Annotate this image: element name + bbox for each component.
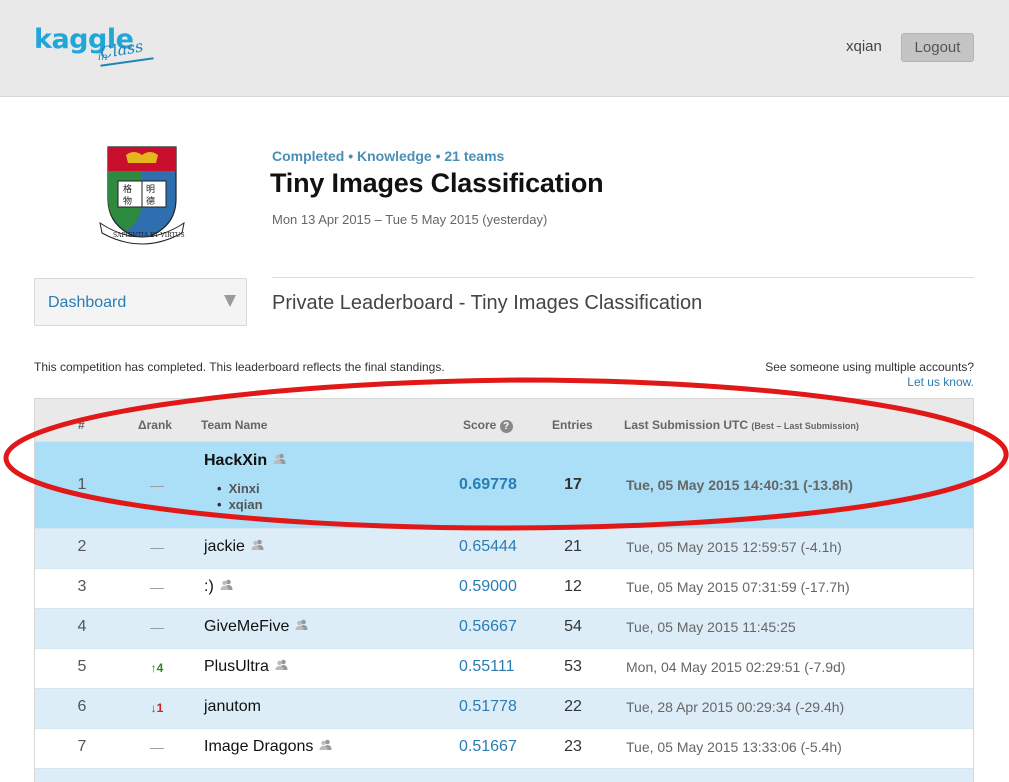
- team-member-link[interactable]: xqian: [217, 497, 263, 513]
- leaderboard-table: # Δrank Team Name Score ? Entries Last S…: [34, 398, 974, 782]
- entries-value: 17: [564, 476, 582, 493]
- team-name-link[interactable]: HackXin: [204, 452, 286, 470]
- team-members-icon: [251, 539, 264, 550]
- team-member-list: Xinxi xqian: [217, 481, 263, 513]
- dashboard-dropdown[interactable]: Dashboard: [34, 278, 247, 326]
- table-header: # Δrank Team Name Score ? Entries Last S…: [35, 398, 973, 441]
- team-name: PlusUltra: [204, 658, 269, 675]
- competition-title: Tiny Images Classification: [270, 168, 604, 198]
- column-last-submission-label: Last Submission UTC: [624, 418, 749, 432]
- rank-value: 2: [77, 538, 87, 555]
- rank-value: 6: [77, 698, 87, 715]
- team-name: HackXin: [204, 452, 268, 469]
- column-score: Score ?: [463, 418, 513, 433]
- delta-rank-value: —: [150, 477, 164, 493]
- rank-value: 7: [77, 738, 87, 755]
- completion-notice: This competition has completed. This lea…: [34, 360, 445, 374]
- column-last-submission-note: (Best – Last Submission): [751, 421, 859, 431]
- entries-value: 12: [564, 578, 582, 595]
- team-name: janutom: [204, 698, 261, 715]
- table-row[interactable]: 4 — GiveMeFive 0.56667 54 Tue, 05 May 20…: [35, 608, 973, 648]
- delta-rank-up-value: ↑4: [150, 661, 164, 675]
- crest-char-2: 德: [146, 195, 155, 207]
- team-name: jackie: [204, 538, 245, 555]
- column-delta-rank: Δrank: [138, 418, 172, 432]
- table-row[interactable]: 2 — jackie 0.65444 21 Tue, 05 May 2015 1…: [35, 528, 973, 568]
- rank-value: 4: [77, 618, 87, 635]
- team-name-link[interactable]: jackie: [204, 538, 264, 556]
- last-submission-value: Mon, 04 May 2015 02:29:51 (-7.9d): [626, 659, 846, 675]
- team-name: :): [204, 578, 214, 595]
- last-submission-value: Tue, 05 May 2015 13:33:06 (-5.4h): [626, 739, 842, 755]
- last-submission-value: Tue, 05 May 2015 12:59:57 (-4.1h): [626, 539, 842, 555]
- column-entries: Entries: [552, 418, 593, 432]
- team-name: Image Dragons: [204, 738, 314, 755]
- team-members-icon: [275, 659, 288, 670]
- team-member-link[interactable]: Xinxi: [217, 481, 263, 497]
- table-row[interactable]: 3 — :) 0.59000 12 Tue, 05 May 2015 07:31…: [35, 568, 973, 608]
- last-submission-value: Tue, 28 Apr 2015 00:29:34 (-29.4h): [626, 699, 845, 715]
- team-name-link[interactable]: PlusUltra: [204, 658, 288, 676]
- team-name-link[interactable]: janutom: [204, 698, 261, 716]
- last-submission-value: Tue, 05 May 2015 14:40:31 (-13.8h): [626, 477, 853, 493]
- competition-status-line: Completed • Knowledge • 21 teams: [272, 148, 505, 164]
- team-members-icon: [295, 619, 308, 630]
- university-crest-image: 明 德 格 物 SAPIENTIA ET VIRTUS: [99, 146, 185, 245]
- delta-rank-down-value: ↓1: [150, 701, 164, 715]
- delta-rank-value: —: [150, 539, 164, 555]
- team-name-link[interactable]: GiveMeFive: [204, 618, 308, 636]
- rank-value: 5: [77, 658, 87, 675]
- table-row[interactable]: 6 ↓1 janutom 0.51778 22 Tue, 28 Apr 2015…: [35, 688, 973, 728]
- last-submission-value: Tue, 05 May 2015 07:31:59 (-17.7h): [626, 579, 850, 595]
- column-team-name: Team Name: [201, 418, 268, 432]
- crest-char-3: 格: [123, 183, 132, 195]
- score-value: 0.69778: [459, 476, 517, 493]
- team-members-icon: [273, 453, 286, 464]
- column-rank: #: [78, 418, 85, 432]
- last-submission-value: Tue, 05 May 2015 11:45:25: [626, 619, 796, 635]
- entries-value: 22: [564, 698, 582, 715]
- entries-value: 23: [564, 738, 582, 755]
- username-link[interactable]: xqian: [846, 38, 882, 55]
- column-last-submission: Last Submission UTC (Best – Last Submiss…: [624, 418, 859, 432]
- score-value: 0.51667: [459, 738, 517, 755]
- score-value: 0.65444: [459, 538, 517, 555]
- table-row[interactable]: 1 — HackXin Xinxi xqian 0.69778 17 Tue, …: [35, 441, 973, 528]
- column-score-label: Score: [463, 418, 497, 432]
- team-name-link[interactable]: :): [204, 578, 233, 596]
- rank-value: 3: [77, 578, 87, 595]
- team-members-icon: [220, 579, 233, 590]
- team-name-link[interactable]: Image Dragons: [204, 738, 332, 756]
- score-value: 0.59000: [459, 578, 517, 595]
- crest-motto: SAPIENTIA ET VIRTUS: [113, 232, 185, 239]
- multiple-accounts-text: See someone using multiple accounts?: [765, 360, 974, 374]
- entries-value: 21: [564, 538, 582, 555]
- help-icon[interactable]: ?: [499, 420, 513, 433]
- divider: [272, 277, 974, 278]
- crest-char-4: 物: [123, 195, 132, 207]
- delta-rank-value: —: [150, 619, 164, 635]
- team-members-icon: [319, 739, 332, 750]
- kaggle-inclass-logo[interactable]: kaggle in Class: [34, 24, 164, 68]
- entries-value: 54: [564, 618, 582, 635]
- rank-value: 1: [77, 476, 87, 493]
- dashboard-label: Dashboard: [48, 294, 127, 311]
- score-value: 0.55111: [459, 658, 515, 675]
- team-name: GiveMeFive: [204, 618, 290, 635]
- delta-rank-value: —: [150, 739, 164, 755]
- score-value: 0.56667: [459, 618, 517, 635]
- dropdown-arrow-icon: [224, 295, 236, 307]
- top-bar: kaggle in Class xqian Logout: [0, 0, 1009, 97]
- entries-value: 53: [564, 658, 582, 675]
- score-value: 0.51778: [459, 698, 517, 715]
- table-row[interactable]: 7 — Image Dragons 0.51667 23 Tue, 05 May…: [35, 728, 973, 768]
- let-us-know-link[interactable]: Let us know.: [907, 375, 974, 389]
- crest-char-1: 明: [146, 184, 155, 195]
- table-row-partial: [35, 768, 973, 782]
- delta-rank-value: —: [150, 579, 164, 595]
- competition-dates: Mon 13 Apr 2015 – Tue 5 May 2015 (yester…: [272, 212, 548, 227]
- leaderboard-title: Private Leaderboard - Tiny Images Classi…: [272, 292, 703, 314]
- logout-button[interactable]: Logout: [901, 33, 974, 62]
- table-row[interactable]: 5 ↑4 PlusUltra 0.55111 53 Mon, 04 May 20…: [35, 648, 973, 688]
